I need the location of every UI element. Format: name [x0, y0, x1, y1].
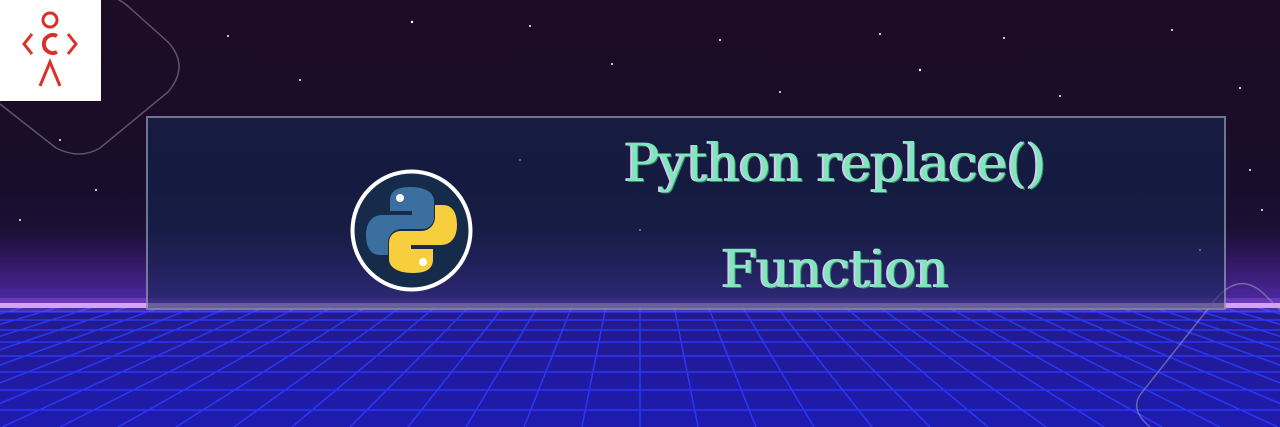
brand-logo — [0, 0, 101, 101]
brand-logo-icon — [22, 11, 78, 87]
python-logo-icon — [350, 169, 473, 292]
title-line-2: Function — [721, 240, 950, 300]
title-line-1: Python replace() — [624, 134, 1046, 194]
